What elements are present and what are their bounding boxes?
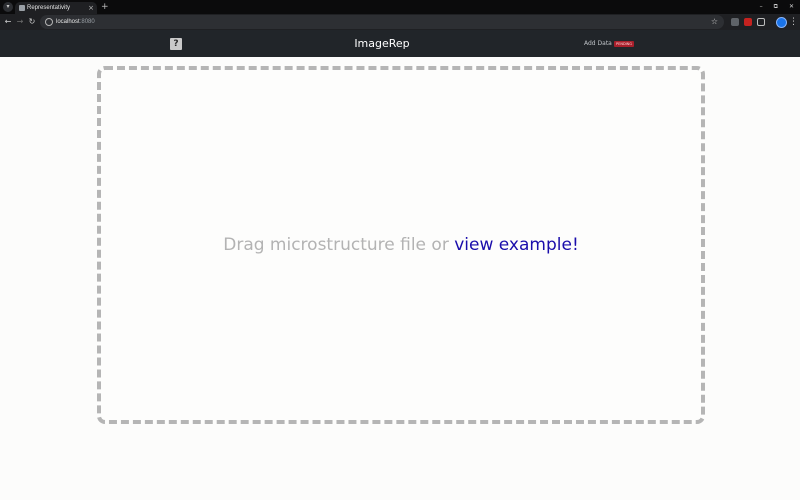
bookmark-star-icon[interactable]: ☆	[711, 15, 718, 29]
site-info-icon[interactable]	[45, 18, 53, 26]
url-text: localhost:8080	[56, 19, 95, 25]
window-controls: – ⧉ ✕	[760, 1, 794, 13]
restore-icon[interactable]: ⧉	[774, 1, 778, 13]
help-logo-icon[interactable]: ?	[170, 38, 182, 50]
app-navbar: ? ImageRep Add Data PENDING	[0, 30, 800, 57]
drop-prompt-text: Drag microstructure file or	[223, 235, 455, 255]
browser-tab[interactable]: Representativity ×	[15, 2, 97, 14]
tab-close-icon[interactable]: ×	[88, 3, 94, 13]
browser-toolbar: ← → ↻ localhost:8080 ☆ ⋮	[0, 14, 800, 30]
extension-icon[interactable]	[731, 18, 739, 26]
brand-title[interactable]: ImageRep	[322, 30, 442, 57]
new-tab-button[interactable]: +	[101, 1, 109, 13]
tab-search-icon[interactable]: ▾	[3, 2, 13, 12]
minimize-icon[interactable]: –	[760, 1, 763, 13]
extension-red-icon[interactable]	[744, 18, 752, 26]
forward-arrow-icon[interactable]: →	[14, 16, 26, 28]
file-drop-zone[interactable]: Drag microstructure file or view example…	[97, 66, 705, 424]
profile-avatar[interactable]	[776, 17, 787, 28]
back-arrow-icon[interactable]: ←	[2, 16, 14, 28]
close-window-icon[interactable]: ✕	[789, 1, 794, 13]
address-bar[interactable]: localhost:8080 ☆	[40, 15, 724, 29]
favicon-icon	[19, 5, 25, 11]
add-data-link[interactable]: Add Data	[584, 30, 612, 57]
browser-tabstrip: ▾ Representativity × + – ⧉ ✕	[0, 0, 800, 14]
view-example-link[interactable]: view example!	[454, 235, 579, 255]
extensions-puzzle-icon[interactable]	[757, 18, 765, 26]
browser-menu-icon[interactable]: ⋮	[789, 14, 798, 30]
drop-prompt: Drag microstructure file or view example…	[101, 234, 701, 256]
tab-title: Representativity	[27, 5, 71, 11]
reload-icon[interactable]: ↻	[26, 16, 38, 28]
status-badge: PENDING	[614, 41, 634, 47]
